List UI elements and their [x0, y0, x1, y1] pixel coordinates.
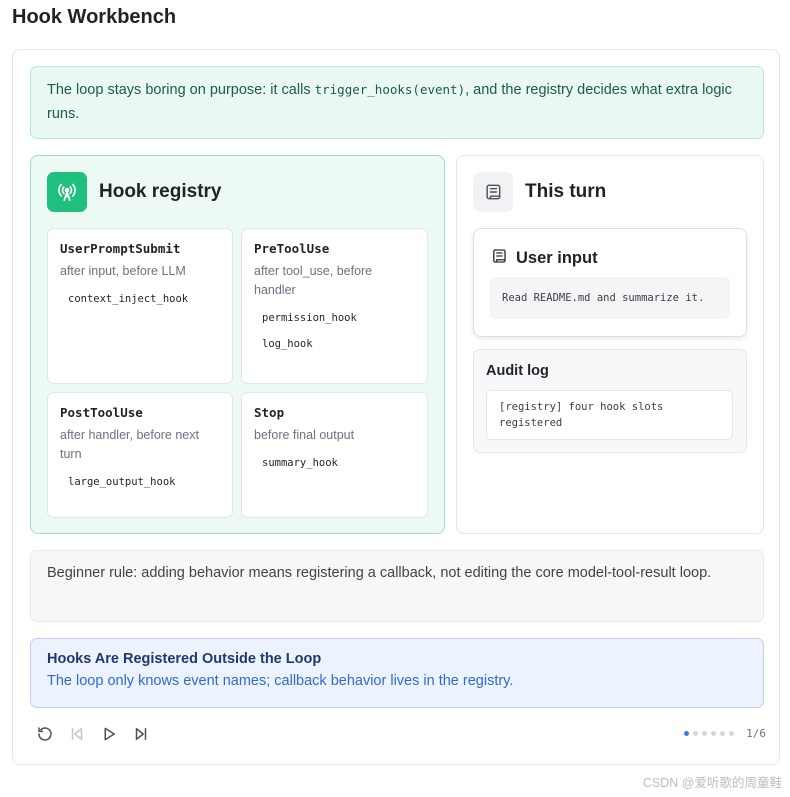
play-icon	[104, 727, 115, 741]
step-back-icon	[71, 728, 83, 740]
user-input-title: User input	[516, 249, 598, 267]
hook-description: after input, before LLM	[60, 264, 186, 278]
audit-log-entry: [registry] four hook slots registered	[486, 390, 733, 440]
step-indicator	[684, 731, 734, 736]
intro-code: trigger_hooks(event)	[314, 82, 466, 97]
step-forward-icon	[135, 728, 147, 740]
workbench-panel: The loop stays boring on purpose: it cal…	[12, 49, 780, 765]
player-controls: 1/6	[33, 722, 766, 746]
hook-description: after tool_use, before handler	[254, 264, 373, 297]
restart-icon	[38, 727, 52, 741]
hook-description: after handler, before next turn	[60, 428, 199, 461]
intro-text-before: The loop stays boring on purpose: it cal…	[47, 82, 315, 98]
hook-card-user-prompt-submit: UserPromptSubmit after input, before LLM…	[47, 228, 233, 384]
broadcast-tower-icon	[47, 172, 87, 212]
step-dot[interactable]	[711, 731, 716, 736]
step-dot[interactable]	[729, 731, 734, 736]
step-back-button[interactable]	[65, 722, 89, 746]
step-counter: 1/6	[746, 727, 766, 740]
hook-card-stop: Stop before final output summary_hook	[241, 392, 428, 518]
hook-event-name: UserPromptSubmit	[60, 241, 181, 256]
hook-callback: permission_hook	[254, 308, 365, 328]
audit-log-card: Audit log [registry] four hook slots reg…	[473, 349, 747, 453]
scroll-icon	[473, 172, 513, 212]
play-button[interactable]	[97, 722, 121, 746]
step-dot[interactable]	[720, 731, 725, 736]
hook-registry-panel: Hook registry UserPromptSubmit after inp…	[30, 155, 445, 534]
user-input-card: User input Read README.md and summarize …	[473, 228, 747, 337]
audit-log-title: Audit log	[486, 363, 549, 379]
hook-card-pre-tool-use: PreToolUse after tool_use, before handle…	[241, 228, 428, 384]
turn-header: This turn	[473, 172, 606, 212]
turn-title: This turn	[525, 181, 607, 202]
step-dot[interactable]	[693, 731, 698, 736]
step-dot[interactable]	[702, 731, 707, 736]
callout-body: The loop only knows event names; callbac…	[47, 673, 514, 689]
registry-header: Hook registry	[47, 172, 221, 212]
intro-banner: The loop stays boring on purpose: it cal…	[30, 66, 764, 139]
hook-description: before final output	[254, 428, 355, 442]
watermark: CSDN @爱听歌的周童鞋	[642, 776, 782, 790]
hook-card-post-tool-use: PostToolUse after handler, before next t…	[47, 392, 233, 518]
restart-button[interactable]	[33, 722, 57, 746]
hook-callback: context_inject_hook	[60, 289, 197, 309]
user-input-message: Read README.md and summarize it.	[490, 277, 730, 319]
registry-title: Hook registry	[99, 181, 222, 202]
beginner-rule-note: Beginner rule: adding behavior means reg…	[30, 550, 764, 622]
this-turn-panel: This turn User input Read README.md and …	[456, 155, 764, 534]
callout-title: Hooks Are Registered Outside the Loop	[47, 651, 322, 667]
hook-event-name: Stop	[254, 405, 285, 420]
scroll-icon	[490, 247, 508, 270]
hook-event-name: PostToolUse	[60, 405, 143, 420]
page-title: Hook Workbench	[12, 6, 177, 28]
hook-callback: log_hook	[254, 334, 321, 354]
hook-callback: large_output_hook	[60, 472, 184, 492]
step-forward-button[interactable]	[129, 722, 153, 746]
step-dot[interactable]	[684, 731, 689, 736]
hook-callback: summary_hook	[254, 453, 346, 473]
info-callout: Hooks Are Registered Outside the Loop Th…	[30, 638, 764, 708]
user-input-header: User input	[490, 247, 598, 270]
hook-event-name: PreToolUse	[254, 241, 330, 256]
